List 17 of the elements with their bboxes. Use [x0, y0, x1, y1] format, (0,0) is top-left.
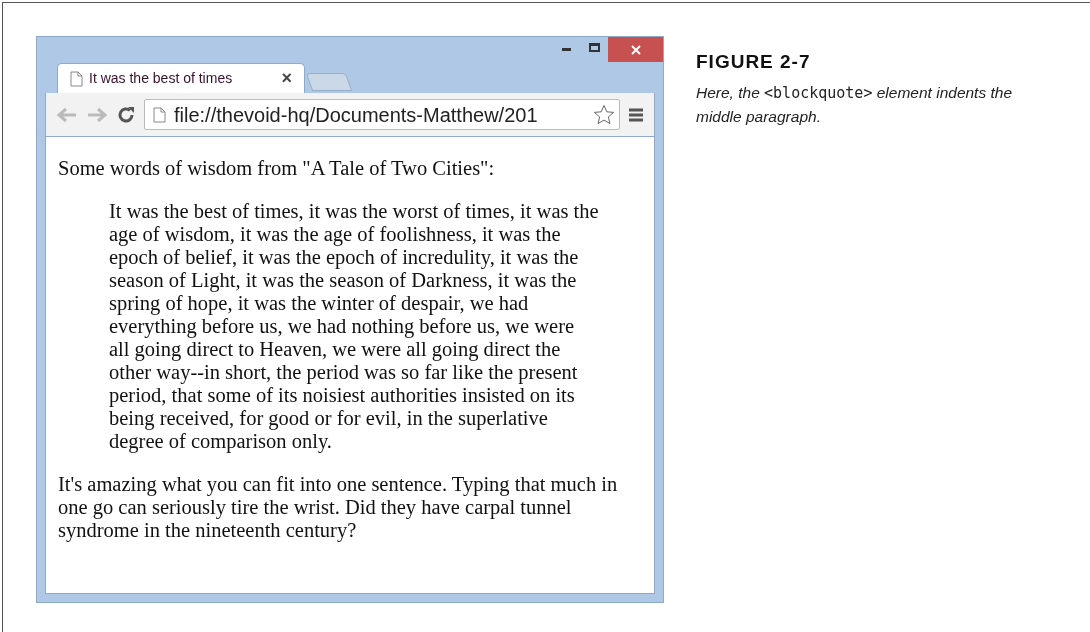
browser-tab[interactable]: It was the best of times ×	[57, 63, 305, 93]
url-text: file://thevoid-hq/Documents-Matthew/201	[174, 102, 539, 128]
menu-icon[interactable]	[628, 106, 644, 123]
tab-close-button[interactable]: ×	[281, 65, 292, 92]
closing-paragraph: It's amazing what you can fit into one sentence. Typing that much in one go can seriously tire the wrist. Did they have carpal tunnel syndrome in the nineteenth century?	[58, 473, 619, 542]
figure-label: FIGURE 2-7	[696, 50, 812, 74]
star-icon[interactable]	[593, 103, 615, 126]
document-icon	[70, 70, 83, 87]
reload-icon[interactable]	[116, 104, 136, 125]
tab-title: It was the best of times	[89, 69, 234, 88]
document-icon	[153, 106, 166, 123]
blockquote: It was the best of times, it was the worst of times, it was the age of wisdom, it was the age of foolishness, it was the epoch of belief, it was the epoch of incredulity, it was the season of Light, it was the season of Darkness, it was the spring of hope, it was the winter of despair, we had everything before us, we had nothing before us, we were all going direct to Heaven, we were all going direct the other way--in short, the period was so far like the present period, that some of its noisiest authorities insisted on its being received, for good or for evil, in the superlative degree of comparison only.	[109, 200, 599, 453]
figure-caption: Here, the <blockquote> element indents the middle paragraph.	[696, 82, 1014, 127]
close-icon	[630, 44, 641, 55]
intro-paragraph: Some words of wisdom from "A Tale of Two Cities":	[58, 157, 496, 180]
address-bar[interactable]: file://thevoid-hq/Documents-Matthew/201	[144, 99, 620, 130]
close-button[interactable]	[608, 37, 663, 62]
